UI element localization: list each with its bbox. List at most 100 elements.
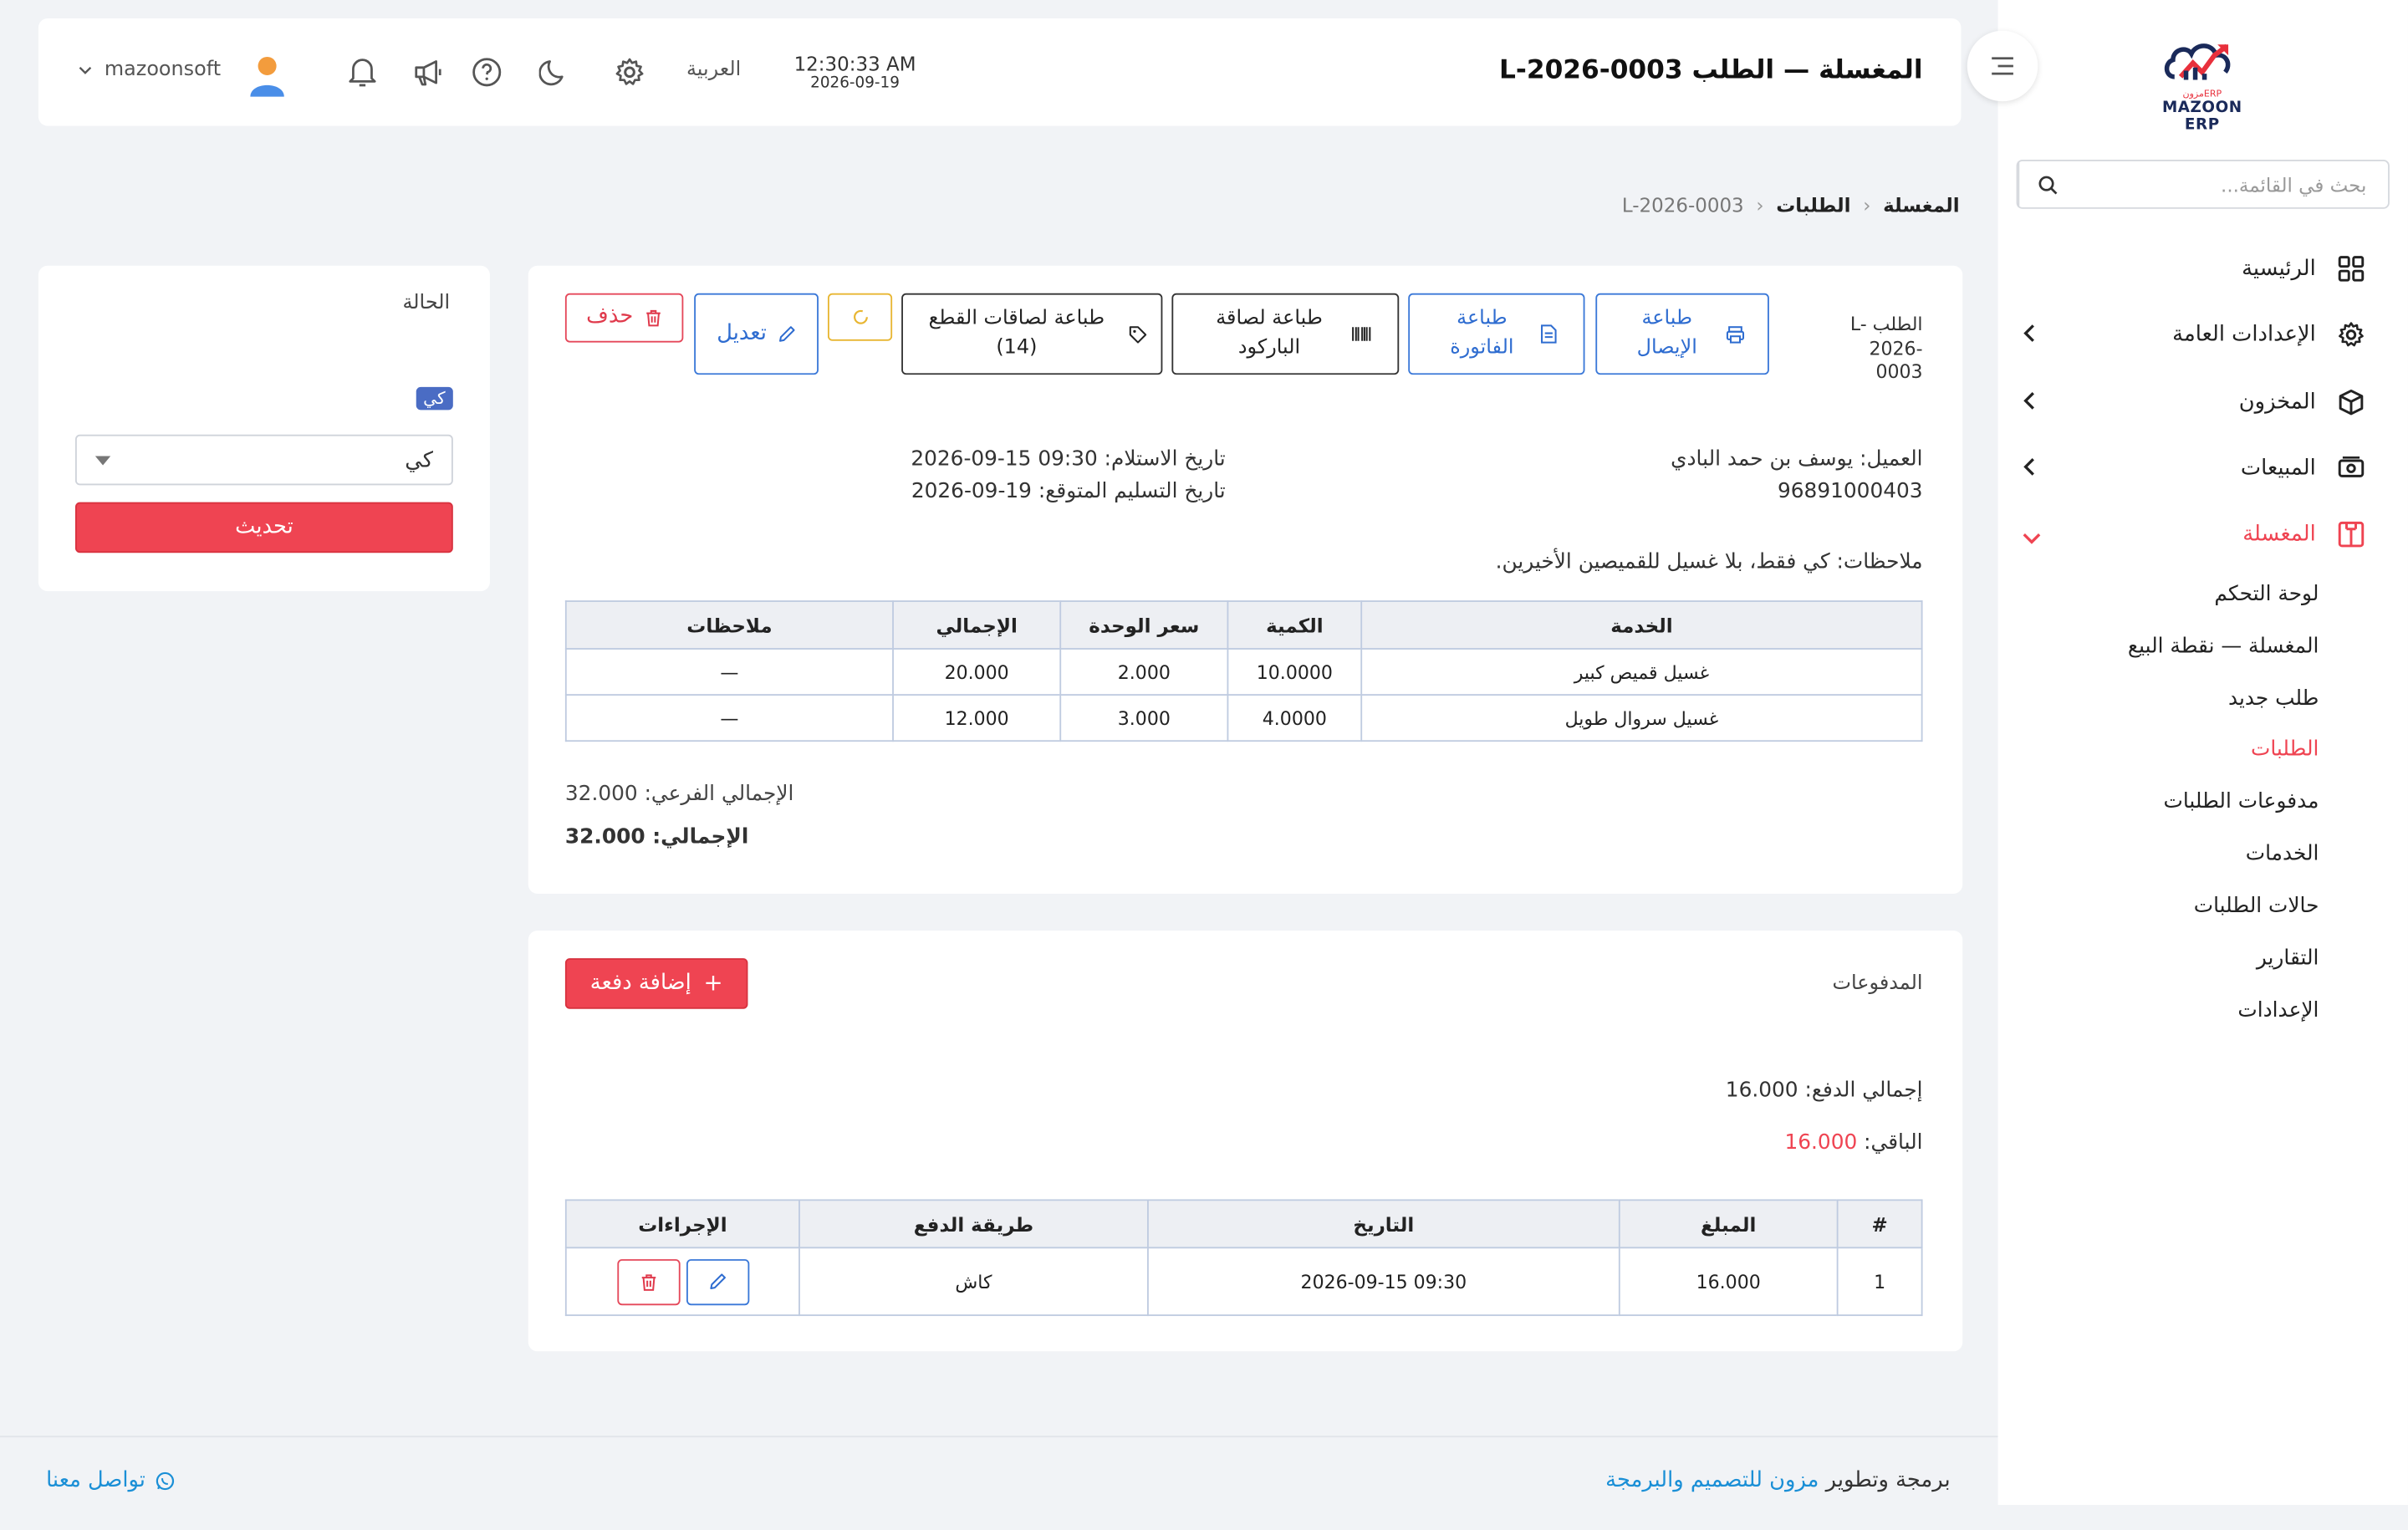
breadcrumb-section[interactable]: الطلبات xyxy=(1776,193,1850,217)
column-header: التاريخ xyxy=(1147,1199,1620,1249)
chevron-down-icon xyxy=(2023,527,2041,551)
contact-link[interactable]: تواصل معنا xyxy=(46,1468,175,1492)
table-cell: 2026-09-15 09:30 xyxy=(1147,1247,1620,1317)
subtotal: الإجمالي الفرعي: 32.000 xyxy=(565,782,794,806)
delete-payment-button[interactable] xyxy=(616,1258,680,1305)
gear-icon xyxy=(2334,321,2368,349)
status-card: الحالة كي كي تحديث xyxy=(38,265,490,592)
add-payment-button[interactable]: + إضافة دفعة xyxy=(564,958,748,1009)
page-title: المغسلة — الطلب L-2026-0003 xyxy=(1498,55,1923,86)
breadcrumb: المغسلة ‹ الطلبات ‹ L-2026-0003 xyxy=(1622,193,1960,217)
sidebar-subitem-settings[interactable]: الإعدادات xyxy=(2237,998,2319,1023)
sidebar-item-sales[interactable]: المبيعات xyxy=(2023,446,2368,492)
grid-icon xyxy=(2334,255,2368,283)
sidebar-item-laundry[interactable]: المغسلة xyxy=(2023,512,2368,558)
sidebar-item-inventory[interactable]: المخزون xyxy=(2023,380,2368,426)
subtotal-value: 32.000 xyxy=(564,781,638,807)
total-label: الإجمالي: xyxy=(652,824,749,849)
column-header: المبلغ xyxy=(1618,1199,1839,1249)
table-cell: — xyxy=(564,648,894,696)
printer-icon xyxy=(1725,325,1744,343)
print-invoice-button[interactable]: طباعة الفاتورة xyxy=(1408,293,1585,375)
moon-icon[interactable] xyxy=(538,57,570,88)
avatar-icon xyxy=(250,56,284,97)
table-cell: 2.000 xyxy=(1059,648,1229,696)
edit-label: تعديل xyxy=(717,320,767,345)
sidebar-search xyxy=(2016,160,2390,209)
sidebar-subitem-pos[interactable]: المغسلة — نقطة البيع xyxy=(2128,635,2319,659)
expected-label: تاريخ التسليم المتوقع: xyxy=(1038,479,1226,504)
help-icon[interactable] xyxy=(472,57,503,88)
total: الإجمالي: 32.000 xyxy=(565,824,748,849)
edit-button[interactable]: تعديل xyxy=(694,293,819,375)
table-cell: 10.0000 xyxy=(1227,648,1363,696)
table-row: 1 16.000 2026-09-15 09:30 كاش xyxy=(564,1247,1923,1317)
sidebar-subitem-new-order[interactable]: طلب جديد xyxy=(2228,686,2319,711)
sidebar-subitem-dashboard[interactable]: لوحة التحكم xyxy=(2214,582,2319,606)
paid-value: 16.000 xyxy=(1725,1078,1798,1103)
print-piece-labels-button[interactable]: طباعة لصاقات القطع (14) xyxy=(901,293,1163,375)
status-title: الحالة xyxy=(402,291,451,315)
sidebar-item-label: الإعدادات العامة xyxy=(2172,322,2316,348)
print-receipt-button[interactable]: طباعة الإيصال xyxy=(1595,293,1769,375)
delete-label: حذف xyxy=(586,304,634,329)
sidebar-item-home[interactable]: الرئيسية xyxy=(2023,246,2368,292)
refresh-button[interactable] xyxy=(827,293,893,341)
breadcrumb-separator: ‹ xyxy=(1756,193,1764,217)
table-cell: — xyxy=(564,694,894,742)
logo-text: MAZOON ERP xyxy=(2161,99,2242,134)
sidebar-item-general-settings[interactable]: الإعدادات العامة xyxy=(2023,312,2368,358)
table-row: غسيل سروال طويل 4.0000 3.000 12.000 — xyxy=(564,694,1923,742)
search-icon xyxy=(2038,175,2058,194)
bell-icon[interactable] xyxy=(347,55,378,89)
sidebar-subitem-order-statuses[interactable]: حالات الطلبات xyxy=(2194,894,2319,918)
table-cell: كاش xyxy=(798,1247,1149,1317)
sidebar-item-label: الرئيسية xyxy=(2242,256,2316,282)
print-receipt-label: طباعة الإيصال xyxy=(1636,307,1697,359)
breadcrumb-root[interactable]: المغسلة xyxy=(1883,193,1960,217)
total-value: 32.000 xyxy=(564,824,645,849)
logo-subtext: ERPمزون xyxy=(2182,89,2222,100)
mazoon-logo[interactable]: ERPمزون MAZOON ERP xyxy=(2147,37,2258,134)
remaining-value: 16.000 xyxy=(1784,1130,1858,1155)
customer-phone: 96891000403 xyxy=(1778,479,1923,504)
language-switch[interactable]: العربية xyxy=(686,59,741,82)
column-header: سعر الوحدة xyxy=(1059,600,1229,650)
caret-down-icon xyxy=(94,455,111,465)
search-button[interactable] xyxy=(2018,161,2076,207)
sidebar-subitem-order-payments[interactable]: مدفوعات الطلبات xyxy=(2164,789,2319,813)
payments-table: # المبلغ التاريخ طريقة الدفع الإجراءات 1… xyxy=(564,1199,1923,1317)
table-header-row: # المبلغ التاريخ طريقة الدفع الإجراءات xyxy=(564,1199,1923,1249)
sidebar: ERPمزون MAZOON ERP الرئيسية الإعدادات ال… xyxy=(1997,0,2408,1505)
settings-gear-icon[interactable] xyxy=(615,57,645,88)
top-header: المغسلة — الطلب L-2026-0003 12:30:33 AM … xyxy=(38,18,1962,126)
sidebar-toggle-button[interactable] xyxy=(1967,30,2038,102)
edit-payment-button[interactable] xyxy=(686,1258,749,1305)
footer-credit-link[interactable]: مزون للتصميم والبرمجة xyxy=(1605,1468,1819,1492)
megaphone-icon[interactable] xyxy=(411,57,445,88)
customer-info: العميل: يوسف بن حمد البادي 96891000403 xyxy=(1671,444,1922,508)
status-select[interactable]: كي xyxy=(74,434,453,486)
document-icon xyxy=(1541,324,1557,344)
delete-button[interactable]: حذف xyxy=(564,293,684,343)
sidebar-subitem-services[interactable]: الخدمات xyxy=(2246,842,2319,866)
table-cell: 3.000 xyxy=(1059,694,1229,742)
sidebar-subitem-orders[interactable]: الطلبات xyxy=(2251,737,2319,762)
chevron-left-icon xyxy=(2023,457,2037,482)
add-payment-label: إضافة دفعة xyxy=(589,970,691,995)
sidebar-subitem-reports[interactable]: التقارير xyxy=(2257,946,2319,970)
trash-icon xyxy=(640,1273,656,1290)
sidebar-search-input[interactable] xyxy=(2076,162,2389,207)
paid-label: إجمالي الدفع: xyxy=(1804,1078,1923,1103)
remaining: الباقي: 16.000 xyxy=(1785,1130,1923,1155)
user-avatar[interactable] xyxy=(247,54,288,97)
sidebar-item-label: المغسلة xyxy=(2242,522,2316,547)
received-value: 2026-09-15 09:30 xyxy=(911,446,1098,472)
customer-label: العميل: xyxy=(1860,446,1923,472)
update-status-button[interactable]: تحديث xyxy=(74,502,453,553)
user-menu[interactable]: mazoonsoft xyxy=(79,59,221,81)
clock-date: 2026-09-19 xyxy=(810,74,900,93)
print-barcode-button[interactable]: طباعة لصاقة الباركود xyxy=(1171,293,1400,375)
total-paid: إجمالي الدفع: 16.000 xyxy=(1726,1078,1923,1102)
trash-icon xyxy=(646,309,661,327)
